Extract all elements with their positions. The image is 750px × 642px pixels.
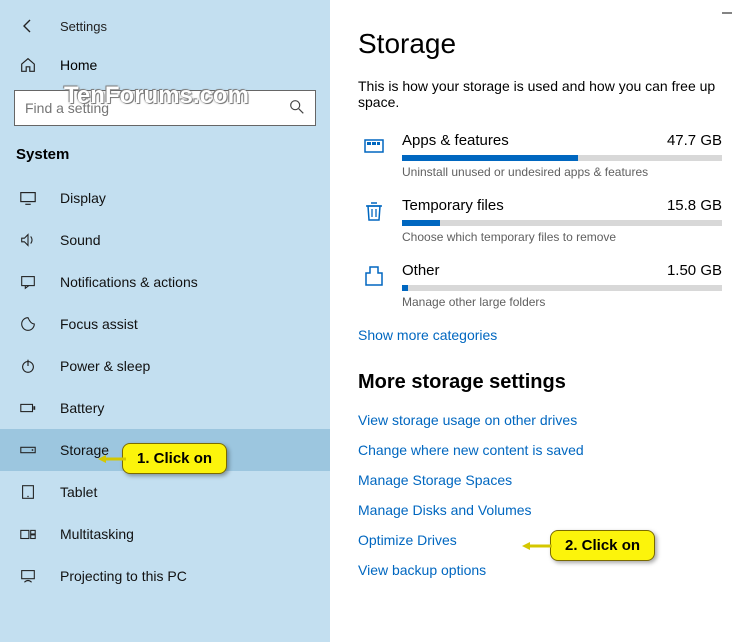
storage-size: 1.50 GB — [667, 262, 722, 279]
multitasking-icon — [18, 525, 38, 543]
storage-row-other[interactable]: Other 1.50 GB Manage other large folders — [358, 262, 722, 309]
power-icon — [18, 357, 38, 375]
sidebar-item-notifications[interactable]: Notifications & actions — [0, 261, 330, 303]
sidebar-item-power[interactable]: Power & sleep — [0, 345, 330, 387]
notifications-icon — [18, 273, 38, 291]
sidebar-item-focus[interactable]: Focus assist — [0, 303, 330, 345]
link-new-content[interactable]: Change where new content is saved — [358, 442, 722, 458]
home-nav[interactable]: Home — [0, 46, 330, 84]
link-optimize[interactable]: Optimize Drives — [358, 532, 722, 548]
sidebar-item-label: Storage — [60, 442, 109, 458]
apps-icon — [358, 132, 390, 179]
sidebar-item-label: Multitasking — [60, 526, 134, 542]
search-container — [14, 90, 316, 126]
search-icon — [288, 98, 306, 121]
sidebar-item-label: Sound — [60, 232, 100, 248]
tablet-icon — [18, 483, 38, 501]
other-icon — [358, 262, 390, 309]
sidebar-item-label: Power & sleep — [60, 358, 150, 374]
storage-row-apps[interactable]: Apps & features 47.7 GB Uninstall unused … — [358, 132, 722, 179]
window-title: Settings — [60, 19, 107, 34]
sidebar-item-projecting[interactable]: Projecting to this PC — [0, 555, 330, 597]
sidebar-item-label: Projecting to this PC — [60, 568, 187, 584]
storage-sub: Manage other large folders — [402, 295, 722, 309]
storage-row-temp[interactable]: Temporary files 15.8 GB Choose which temp… — [358, 197, 722, 244]
sidebar-item-tablet[interactable]: Tablet — [0, 471, 330, 513]
back-button[interactable] — [18, 16, 38, 36]
callout-1: 1. Click on — [122, 443, 227, 474]
storage-bar — [402, 285, 722, 291]
storage-bar — [402, 220, 722, 226]
storage-label: Temporary files — [402, 197, 504, 214]
storage-bar — [402, 155, 722, 161]
sidebar-item-label: Notifications & actions — [60, 274, 198, 290]
link-storage-spaces[interactable]: Manage Storage Spaces — [358, 472, 722, 488]
link-other-drives[interactable]: View storage usage on other drives — [358, 412, 722, 428]
sidebar-item-display[interactable]: Display — [0, 177, 330, 219]
sidebar-item-label: Display — [60, 190, 106, 206]
sidebar-item-label: Battery — [60, 400, 104, 416]
storage-size: 15.8 GB — [667, 197, 722, 214]
category-header: System — [0, 140, 330, 177]
storage-size: 47.7 GB — [667, 132, 722, 149]
trash-icon — [358, 197, 390, 244]
storage-label: Other — [402, 262, 440, 279]
callout-2: 2. Click on — [550, 530, 655, 561]
search-input[interactable] — [14, 90, 316, 126]
more-settings-title: More storage settings — [358, 371, 722, 394]
sidebar-item-battery[interactable]: Battery — [0, 387, 330, 429]
storage-label: Apps & features — [402, 132, 509, 149]
home-icon — [18, 56, 38, 74]
minimize-button[interactable] — [720, 6, 734, 25]
link-disks-volumes[interactable]: Manage Disks and Volumes — [358, 502, 722, 518]
home-label: Home — [60, 57, 97, 73]
page-title: Storage — [358, 28, 722, 60]
storage-sub: Choose which temporary files to remove — [402, 230, 722, 244]
show-more-link[interactable]: Show more categories — [358, 327, 722, 343]
sidebar-item-sound[interactable]: Sound — [0, 219, 330, 261]
sidebar-item-label: Tablet — [60, 484, 97, 500]
storage-icon — [18, 441, 38, 459]
sidebar-item-label: Focus assist — [60, 316, 138, 332]
sound-icon — [18, 231, 38, 249]
battery-icon — [18, 399, 38, 417]
focus-icon — [18, 315, 38, 333]
link-backup[interactable]: View backup options — [358, 562, 722, 578]
sidebar-item-multitasking[interactable]: Multitasking — [0, 513, 330, 555]
storage-sub: Uninstall unused or undesired apps & fea… — [402, 165, 722, 179]
display-icon — [18, 189, 38, 207]
page-description: This is how your storage is used and how… — [358, 78, 722, 110]
projecting-icon — [18, 567, 38, 585]
